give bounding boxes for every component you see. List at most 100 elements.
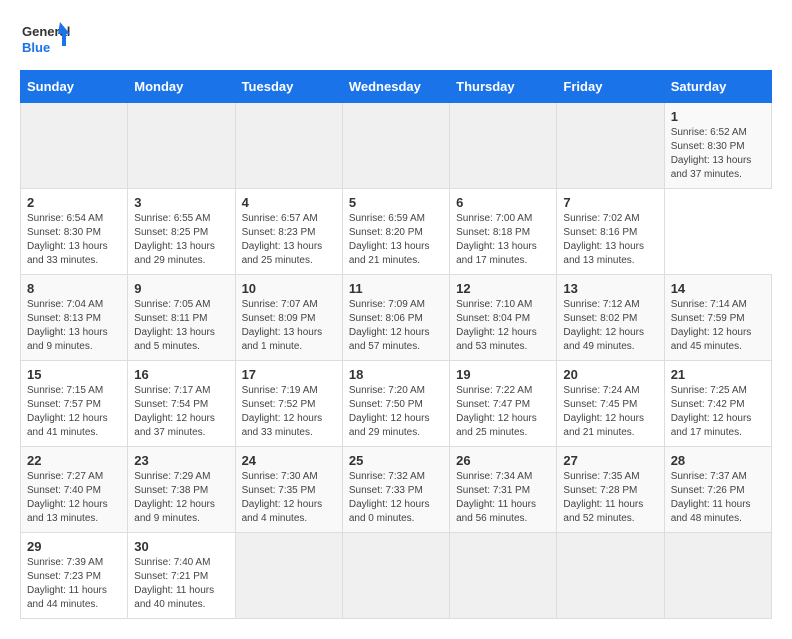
day-info: Sunrise: 7:12 AMSunset: 8:02 PMDaylight:… <box>563 299 644 352</box>
day-cell-2: 2Sunrise: 6:54 AMSunset: 8:30 PMDaylight… <box>21 189 128 275</box>
day-cell-17: 17Sunrise: 7:19 AMSunset: 7:52 PMDayligh… <box>235 361 342 447</box>
day-info: Sunrise: 6:52 AMSunset: 8:30 PMDaylight:… <box>671 127 752 180</box>
day-info: Sunrise: 7:02 AMSunset: 8:16 PMDaylight:… <box>563 213 644 266</box>
day-number: 20 <box>563 367 657 382</box>
header-day-monday: Monday <box>128 71 235 103</box>
day-number: 24 <box>242 453 336 468</box>
day-number: 15 <box>27 367 121 382</box>
svg-text:Blue: Blue <box>22 40 50 55</box>
day-number: 9 <box>134 281 228 296</box>
day-cell-6: 6 Sunrise: 7:00 AMSunset: 8:18 PMDaylight… <box>450 189 557 275</box>
week-row-4: 15 Sunrise: 7:15 AMSunset: 7:57 PMDayligh… <box>21 361 772 447</box>
day-number: 27 <box>563 453 657 468</box>
day-cell-22: 22Sunrise: 7:27 AMSunset: 7:40 PMDayligh… <box>21 447 128 533</box>
header-row: SundayMondayTuesdayWednesdayThursdayFrid… <box>21 71 772 103</box>
empty-cell <box>450 533 557 619</box>
day-number: 11 <box>349 281 443 296</box>
day-info: Sunrise: 7:34 AMSunset: 7:31 PMDaylight:… <box>456 471 536 524</box>
day-cell-9: 9 Sunrise: 7:05 AMSunset: 8:11 PMDaylight… <box>128 275 235 361</box>
header-day-tuesday: Tuesday <box>235 71 342 103</box>
day-info: Sunrise: 6:55 AMSunset: 8:25 PMDaylight:… <box>134 213 215 266</box>
header-day-sunday: Sunday <box>21 71 128 103</box>
day-cell-4: 4Sunrise: 6:57 AMSunset: 8:23 PMDaylight… <box>235 189 342 275</box>
day-info: Sunrise: 7:35 AMSunset: 7:28 PMDaylight:… <box>563 471 643 524</box>
day-cell-8: 8Sunrise: 7:04 AMSunset: 8:13 PMDaylight… <box>21 275 128 361</box>
day-info: Sunrise: 7:30 AMSunset: 7:35 PMDaylight:… <box>242 471 323 524</box>
empty-cell <box>342 533 449 619</box>
day-number: 1 <box>671 109 765 124</box>
day-cell-5: 5Sunrise: 6:59 AMSunset: 8:20 PMDaylight… <box>342 189 449 275</box>
day-cell-3: 3Sunrise: 6:55 AMSunset: 8:25 PMDaylight… <box>128 189 235 275</box>
day-number: 21 <box>671 367 765 382</box>
day-number: 30 <box>134 539 228 554</box>
day-info: Sunrise: 6:59 AMSunset: 8:20 PMDaylight:… <box>349 213 430 266</box>
day-cell-26: 26 Sunrise: 7:34 AMSunset: 7:31 PMDayligh… <box>450 447 557 533</box>
empty-cell <box>557 103 664 189</box>
day-info: Sunrise: 6:57 AMSunset: 8:23 PMDaylight:… <box>242 213 323 266</box>
day-number: 17 <box>242 367 336 382</box>
day-info: Sunrise: 7:37 AMSunset: 7:26 PMDaylight:… <box>671 471 751 524</box>
day-info: Sunrise: 7:07 AMSunset: 8:09 PMDaylight:… <box>242 299 323 352</box>
week-row-5: 22Sunrise: 7:27 AMSunset: 7:40 PMDayligh… <box>21 447 772 533</box>
day-cell-15: 15 Sunrise: 7:15 AMSunset: 7:57 PMDayligh… <box>21 361 128 447</box>
header-day-wednesday: Wednesday <box>342 71 449 103</box>
header-day-saturday: Saturday <box>664 71 771 103</box>
day-info: Sunrise: 7:09 AMSunset: 8:06 PMDaylight:… <box>349 299 430 352</box>
day-cell-30: 30 Sunrise: 7:40 AMSunset: 7:21 PMDayligh… <box>128 533 235 619</box>
day-number: 26 <box>456 453 550 468</box>
day-number: 22 <box>27 453 121 468</box>
week-row-1: 1 Sunrise: 6:52 AMSunset: 8:30 PMDaylight… <box>21 103 772 189</box>
day-info: Sunrise: 7:24 AMSunset: 7:45 PMDaylight:… <box>563 385 644 438</box>
day-info: Sunrise: 7:15 AMSunset: 7:57 PMDaylight:… <box>27 385 108 438</box>
day-info: Sunrise: 7:22 AMSunset: 7:47 PMDaylight:… <box>456 385 537 438</box>
day-cell-27: 27 Sunrise: 7:35 AMSunset: 7:28 PMDayligh… <box>557 447 664 533</box>
empty-cell <box>664 533 771 619</box>
day-info: Sunrise: 7:39 AMSunset: 7:23 PMDaylight:… <box>27 557 107 610</box>
calendar-header: SundayMondayTuesdayWednesdayThursdayFrid… <box>21 71 772 103</box>
calendar-table: SundayMondayTuesdayWednesdayThursdayFrid… <box>20 70 772 619</box>
header-day-thursday: Thursday <box>450 71 557 103</box>
calendar-body: 1 Sunrise: 6:52 AMSunset: 8:30 PMDaylight… <box>21 103 772 619</box>
day-number: 28 <box>671 453 765 468</box>
day-cell-11: 11 Sunrise: 7:09 AMSunset: 8:06 PMDayligh… <box>342 275 449 361</box>
day-cell-18: 18Sunrise: 7:20 AMSunset: 7:50 PMDayligh… <box>342 361 449 447</box>
day-cell-14: 14 Sunrise: 7:14 AMSunset: 7:59 PMDayligh… <box>664 275 771 361</box>
empty-cell <box>450 103 557 189</box>
day-info: Sunrise: 7:20 AMSunset: 7:50 PMDaylight:… <box>349 385 430 438</box>
week-row-3: 8Sunrise: 7:04 AMSunset: 8:13 PMDaylight… <box>21 275 772 361</box>
day-info: Sunrise: 7:17 AMSunset: 7:54 PMDaylight:… <box>134 385 215 438</box>
day-info: Sunrise: 7:40 AMSunset: 7:21 PMDaylight:… <box>134 557 214 610</box>
day-cell-19: 19 Sunrise: 7:22 AMSunset: 7:47 PMDayligh… <box>450 361 557 447</box>
day-number: 12 <box>456 281 550 296</box>
day-info: Sunrise: 7:32 AMSunset: 7:33 PMDaylight:… <box>349 471 430 524</box>
day-cell-12: 12 Sunrise: 7:10 AMSunset: 8:04 PMDayligh… <box>450 275 557 361</box>
empty-cell <box>128 103 235 189</box>
day-cell-16: 16Sunrise: 7:17 AMSunset: 7:54 PMDayligh… <box>128 361 235 447</box>
day-info: Sunrise: 6:54 AMSunset: 8:30 PMDaylight:… <box>27 213 108 266</box>
day-cell-24: 24 Sunrise: 7:30 AMSunset: 7:35 PMDayligh… <box>235 447 342 533</box>
week-row-6: 29 Sunrise: 7:39 AMSunset: 7:23 PMDayligh… <box>21 533 772 619</box>
day-number: 25 <box>349 453 443 468</box>
day-number: 14 <box>671 281 765 296</box>
day-number: 19 <box>456 367 550 382</box>
day-info: Sunrise: 7:00 AMSunset: 8:18 PMDaylight:… <box>456 213 537 266</box>
day-number: 13 <box>563 281 657 296</box>
day-number: 10 <box>242 281 336 296</box>
day-cell-10: 10 Sunrise: 7:07 AMSunset: 8:09 PMDayligh… <box>235 275 342 361</box>
day-number: 7 <box>563 195 657 210</box>
logo-svg: General Blue <box>20 20 70 60</box>
day-cell-25: 25 Sunrise: 7:32 AMSunset: 7:33 PMDayligh… <box>342 447 449 533</box>
day-cell-1: 1 Sunrise: 6:52 AMSunset: 8:30 PMDaylight… <box>664 103 771 189</box>
day-info: Sunrise: 7:14 AMSunset: 7:59 PMDaylight:… <box>671 299 752 352</box>
day-info: Sunrise: 7:10 AMSunset: 8:04 PMDaylight:… <box>456 299 537 352</box>
empty-cell <box>21 103 128 189</box>
day-number: 8 <box>27 281 121 296</box>
day-info: Sunrise: 7:29 AMSunset: 7:38 PMDaylight:… <box>134 471 215 524</box>
day-cell-29: 29 Sunrise: 7:39 AMSunset: 7:23 PMDayligh… <box>21 533 128 619</box>
day-cell-28: 28 Sunrise: 7:37 AMSunset: 7:26 PMDayligh… <box>664 447 771 533</box>
empty-cell <box>342 103 449 189</box>
day-number: 6 <box>456 195 550 210</box>
day-cell-13: 13 Sunrise: 7:12 AMSunset: 8:02 PMDayligh… <box>557 275 664 361</box>
day-number: 29 <box>27 539 121 554</box>
day-info: Sunrise: 7:05 AMSunset: 8:11 PMDaylight:… <box>134 299 215 352</box>
